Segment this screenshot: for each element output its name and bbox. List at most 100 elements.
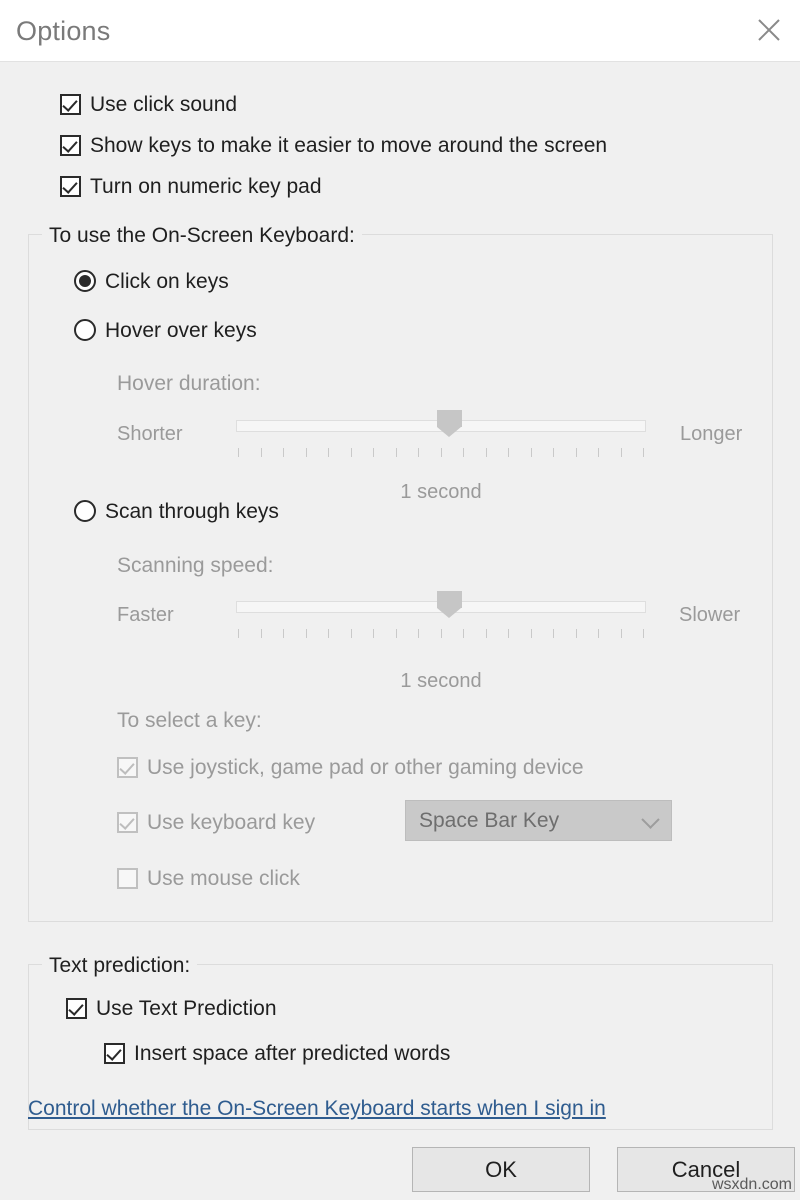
checkbox-use-mouse-click[interactable]: Use mouse click [117, 868, 300, 889]
slider-tick [260, 629, 262, 638]
checkbox-label: Use mouse click [147, 867, 300, 890]
slider-tick [463, 629, 464, 638]
radio-label: Hover over keys [105, 318, 257, 342]
hover-duration-slider[interactable] [236, 410, 646, 470]
close-button[interactable] [738, 0, 800, 60]
radio-hover-over-keys[interactable]: Hover over keys [74, 319, 257, 341]
slider-tick [440, 629, 442, 638]
slider-tick [328, 629, 329, 638]
slider-tick [508, 448, 509, 457]
slider-tick [530, 629, 532, 638]
hover-slider-min-label: Shorter [117, 423, 183, 445]
scan-slider-ticks [238, 629, 644, 638]
thumb-tip [436, 608, 461, 618]
checkbox-box[interactable] [60, 94, 81, 115]
checkbox-box[interactable] [117, 757, 138, 778]
hover-slider-value: 1 second [400, 481, 482, 503]
dropdown-value: Space Bar Key [419, 808, 560, 832]
slider-tick [260, 448, 262, 457]
slider-tick [620, 629, 622, 638]
thumb-head [436, 591, 462, 608]
radio-scan-through-keys[interactable]: Scan through keys [74, 500, 279, 522]
checkbox-label: Use joystick, game pad or other gaming d… [147, 756, 584, 779]
scanning-speed-slider[interactable] [236, 591, 646, 651]
slider-tick [350, 629, 352, 638]
page-title: Options [16, 16, 111, 46]
checkbox-use-keyboard-key[interactable]: Use keyboard key [117, 812, 315, 833]
slider-tick [283, 629, 284, 638]
text-prediction-legend: Text prediction: [42, 955, 198, 976]
scan-slider-thumb[interactable] [436, 591, 462, 618]
radio-click-on-keys[interactable]: Click on keys [74, 270, 229, 292]
checkbox-label: Use Text Prediction [96, 997, 277, 1020]
slider-tick [643, 629, 644, 638]
slider-tick [395, 629, 397, 638]
checkbox-box[interactable] [117, 868, 138, 889]
thumb-tip [436, 427, 461, 437]
radio-circle[interactable] [74, 319, 96, 341]
checkbox-box[interactable] [104, 1043, 125, 1064]
chevron-down-icon [641, 810, 660, 829]
radio-circle[interactable] [74, 500, 96, 522]
slider-tick [238, 448, 239, 457]
slider-tick [553, 629, 554, 638]
scanning-speed-label: Scanning speed: [117, 554, 274, 577]
slider-tick [373, 448, 374, 457]
slider-tick [620, 448, 622, 457]
slider-tick [463, 448, 464, 457]
keyboard-key-dropdown[interactable]: Space Bar Key [405, 800, 672, 841]
slider-tick [283, 448, 284, 457]
checkbox-use-click-sound[interactable]: Use click sound [60, 94, 237, 115]
title-bar: Options [0, 0, 800, 62]
slider-tick [418, 629, 419, 638]
slider-tick [395, 448, 397, 457]
hover-slider-ticks [238, 448, 644, 457]
checkbox-insert-space[interactable]: Insert space after predicted words [104, 1043, 450, 1064]
slider-tick [598, 629, 599, 638]
hover-slider-thumb[interactable] [436, 410, 462, 437]
close-icon [756, 17, 782, 43]
slider-tick [485, 448, 487, 457]
scan-slider-max-label: Slower [679, 604, 741, 626]
checkbox-show-keys[interactable]: Show keys to make it easier to move arou… [60, 135, 607, 156]
scan-slider-min-label: Faster [117, 604, 174, 626]
checkbox-box[interactable] [117, 812, 138, 833]
radio-circle[interactable] [74, 270, 96, 292]
checkbox-label: Turn on numeric key pad [90, 175, 322, 198]
keyboard-usage-legend: To use the On-Screen Keyboard: [42, 225, 362, 246]
hover-slider-max-label: Longer [680, 423, 743, 445]
slider-tick [530, 448, 532, 457]
select-a-key-label: To select a key: [117, 709, 262, 732]
dialog-body: Use click sound Show keys to make it eas… [0, 62, 800, 1200]
slider-tick [598, 448, 599, 457]
checkbox-label: Show keys to make it easier to move arou… [90, 134, 608, 157]
thumb-head [436, 410, 462, 427]
slider-tick [418, 448, 419, 457]
control-startup-link[interactable]: Control whether the On-Screen Keyboard s… [28, 1098, 606, 1119]
ok-button[interactable]: OK [412, 1147, 590, 1192]
slider-tick [305, 448, 307, 457]
radio-label: Scan through keys [105, 499, 279, 523]
slider-tick [485, 629, 487, 638]
checkbox-label: Insert space after predicted words [134, 1042, 451, 1065]
radio-label: Click on keys [105, 269, 229, 293]
checkbox-label: Use keyboard key [147, 811, 316, 834]
slider-tick [553, 448, 554, 457]
scan-slider-value: 1 second [400, 670, 482, 692]
slider-tick [440, 448, 442, 457]
slider-tick [238, 629, 239, 638]
checkbox-use-text-prediction[interactable]: Use Text Prediction [66, 998, 277, 1019]
slider-tick [575, 448, 577, 457]
checkbox-box[interactable] [66, 998, 87, 1019]
checkbox-numeric-keypad[interactable]: Turn on numeric key pad [60, 176, 322, 197]
checkbox-label: Use click sound [90, 93, 238, 116]
checkbox-box[interactable] [60, 135, 81, 156]
slider-tick [643, 448, 644, 457]
slider-tick [350, 448, 352, 457]
checkbox-use-joystick[interactable]: Use joystick, game pad or other gaming d… [117, 757, 584, 778]
slider-tick [373, 629, 374, 638]
checkbox-box[interactable] [60, 176, 81, 197]
slider-tick [508, 629, 509, 638]
slider-tick [305, 629, 307, 638]
slider-tick [328, 448, 329, 457]
